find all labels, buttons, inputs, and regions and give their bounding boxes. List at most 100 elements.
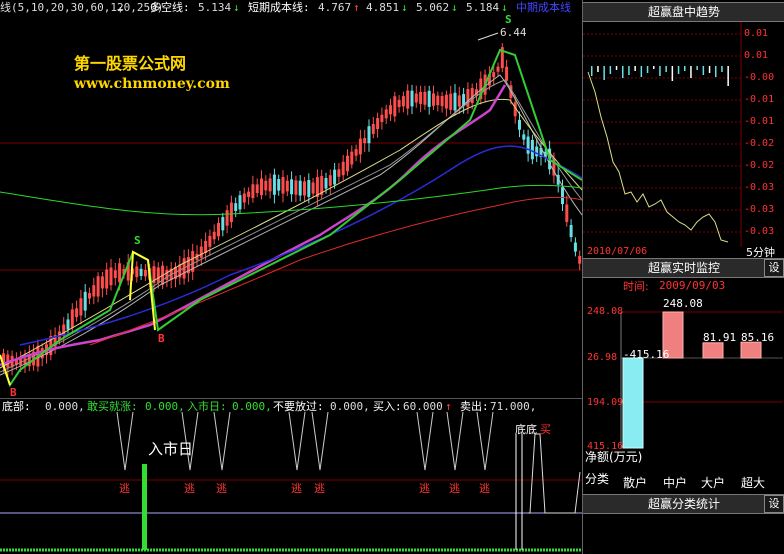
- candle-body: [251, 184, 255, 199]
- candle-body: [290, 179, 294, 195]
- trend-volume-bar: [708, 66, 711, 73]
- category-tab[interactable]: 散户: [623, 474, 647, 491]
- stats-settings-button[interactable]: 设: [764, 495, 784, 513]
- category-tab[interactable]: 超大: [741, 474, 765, 491]
- escape-label: 逃: [479, 482, 490, 495]
- candle-body: [393, 96, 397, 117]
- candle-body: [238, 195, 242, 210]
- trend-axis-label: 0.01: [744, 50, 769, 61]
- stats-panel-title[interactable]: 超赢分类统计: [583, 494, 784, 514]
- candle-body: [303, 181, 306, 196]
- trend-volume-bar: [615, 66, 618, 70]
- escape-spike: [213, 412, 231, 471]
- escape-spike: [416, 412, 434, 471]
- entry-day-bar: [142, 464, 147, 550]
- candle-body: [229, 202, 233, 223]
- monitor-panel-title[interactable]: 超赢实时监控: [583, 258, 784, 278]
- candle-body: [410, 90, 414, 107]
- candle-body: [358, 138, 362, 155]
- candle-body: [311, 182, 315, 194]
- candle-body: [277, 179, 281, 191]
- candle-body: [285, 180, 289, 192]
- monitor-axis-mid: 26.98: [587, 352, 618, 363]
- candle-body: [561, 187, 564, 205]
- short-cost-label: 短期成本线:: [248, 1, 310, 14]
- candle-body: [496, 66, 500, 72]
- candle-body: [307, 180, 311, 197]
- trend-volume-bar: [609, 66, 612, 74]
- category-tab[interactable]: 中户: [663, 474, 687, 491]
- candle-body: [492, 72, 496, 78]
- candle-body: [83, 291, 87, 311]
- trend-volume-bar: [665, 66, 667, 72]
- trend-axis-label: -0.01: [744, 116, 775, 127]
- candle-body: [432, 93, 435, 106]
- flow-value-label: 85.16: [741, 331, 775, 344]
- short-cost-value-2: 4.851: [366, 1, 400, 14]
- ma-line-gray-1: [0, 74, 582, 376]
- candle-body: [367, 126, 371, 144]
- trend-volume-bar: [597, 66, 599, 72]
- candle-body: [337, 169, 341, 177]
- trend-volume-bar: [634, 66, 636, 71]
- sub-indicator-chart[interactable]: 入市日 底底 买 逃逃逃逃逃逃逃逃: [0, 412, 582, 554]
- short-cost-arrow-1: ↑: [353, 1, 360, 14]
- candle-body: [470, 88, 474, 104]
- escape-label: 逃: [419, 482, 430, 495]
- candle-body: [281, 177, 285, 194]
- main-kline-chart[interactable]: 线(5,10,20,30,60,120,250) + 多空线: 5.134 ↓ …: [0, 0, 582, 399]
- sell-signal-top: S: [505, 13, 512, 26]
- candle-body: [217, 222, 220, 237]
- candle-body: [354, 149, 358, 156]
- ma-params-label: 线(5,10,20,30,60,120,250): [0, 1, 164, 14]
- sell-signal-mid: S: [134, 234, 141, 247]
- candle-body: [79, 298, 83, 316]
- candle-body: [522, 134, 526, 140]
- buy-label: 买: [540, 423, 551, 436]
- short-cost-value-4: 5.184: [466, 1, 500, 14]
- candle-body: [449, 93, 453, 110]
- candle-body: [569, 225, 573, 238]
- candle-body: [70, 309, 74, 328]
- candle-body: [156, 267, 160, 283]
- candle-body: [427, 90, 431, 107]
- candle-body: [518, 119, 521, 130]
- candle-body: [242, 193, 246, 203]
- escape-spike: [288, 412, 306, 471]
- candle-body: [75, 308, 79, 318]
- trend-panel-title[interactable]: 超赢盘中趋势: [583, 2, 784, 22]
- monitor-axis-top: 248.08: [587, 306, 624, 317]
- trend-volume-bar: [659, 66, 661, 76]
- trend-volume-bar: [727, 66, 729, 86]
- watermark-url: www.chnmoney.com: [74, 76, 230, 92]
- candle-body: [380, 114, 384, 123]
- trend-axis-label: -0.02: [744, 160, 775, 171]
- short-cost-value-1: 4.767: [318, 1, 352, 14]
- candle-body: [113, 270, 117, 278]
- monitor-settings-button[interactable]: 设: [764, 259, 784, 277]
- duokong-label: 多空线:: [150, 1, 190, 14]
- candle-body: [333, 169, 337, 185]
- candle-body: [535, 146, 539, 157]
- candle-body: [389, 105, 392, 115]
- bottom-label: 底底: [515, 423, 537, 436]
- candle-body: [199, 246, 203, 258]
- trend-volume-bar: [684, 66, 686, 71]
- indicator-status-bar: 底部: 0.000, 敢买就涨: 0.000, 入市日: 0.000, 不要放过…: [0, 398, 582, 413]
- trend-volume-bar: [622, 66, 624, 78]
- candle-body: [208, 235, 212, 247]
- candle-body: [143, 269, 147, 277]
- stock-chart-window: 线(5,10,20,30,60,120,250) + 多空线: 5.134 ↓ …: [0, 0, 784, 554]
- watermark-title: 第一股票公式网: [74, 54, 187, 73]
- candle-body: [526, 136, 530, 154]
- candle-body: [414, 93, 418, 103]
- flow-bar: [740, 341, 762, 359]
- candle-body: [88, 293, 91, 299]
- escape-label: 逃: [449, 482, 460, 495]
- candle-body: [505, 66, 509, 81]
- plus-marker: +: [117, 3, 124, 16]
- category-tab[interactable]: 大户: [701, 474, 725, 491]
- escape-label: 逃: [184, 482, 195, 495]
- escape-spike: [311, 412, 329, 471]
- candle-body: [371, 123, 375, 134]
